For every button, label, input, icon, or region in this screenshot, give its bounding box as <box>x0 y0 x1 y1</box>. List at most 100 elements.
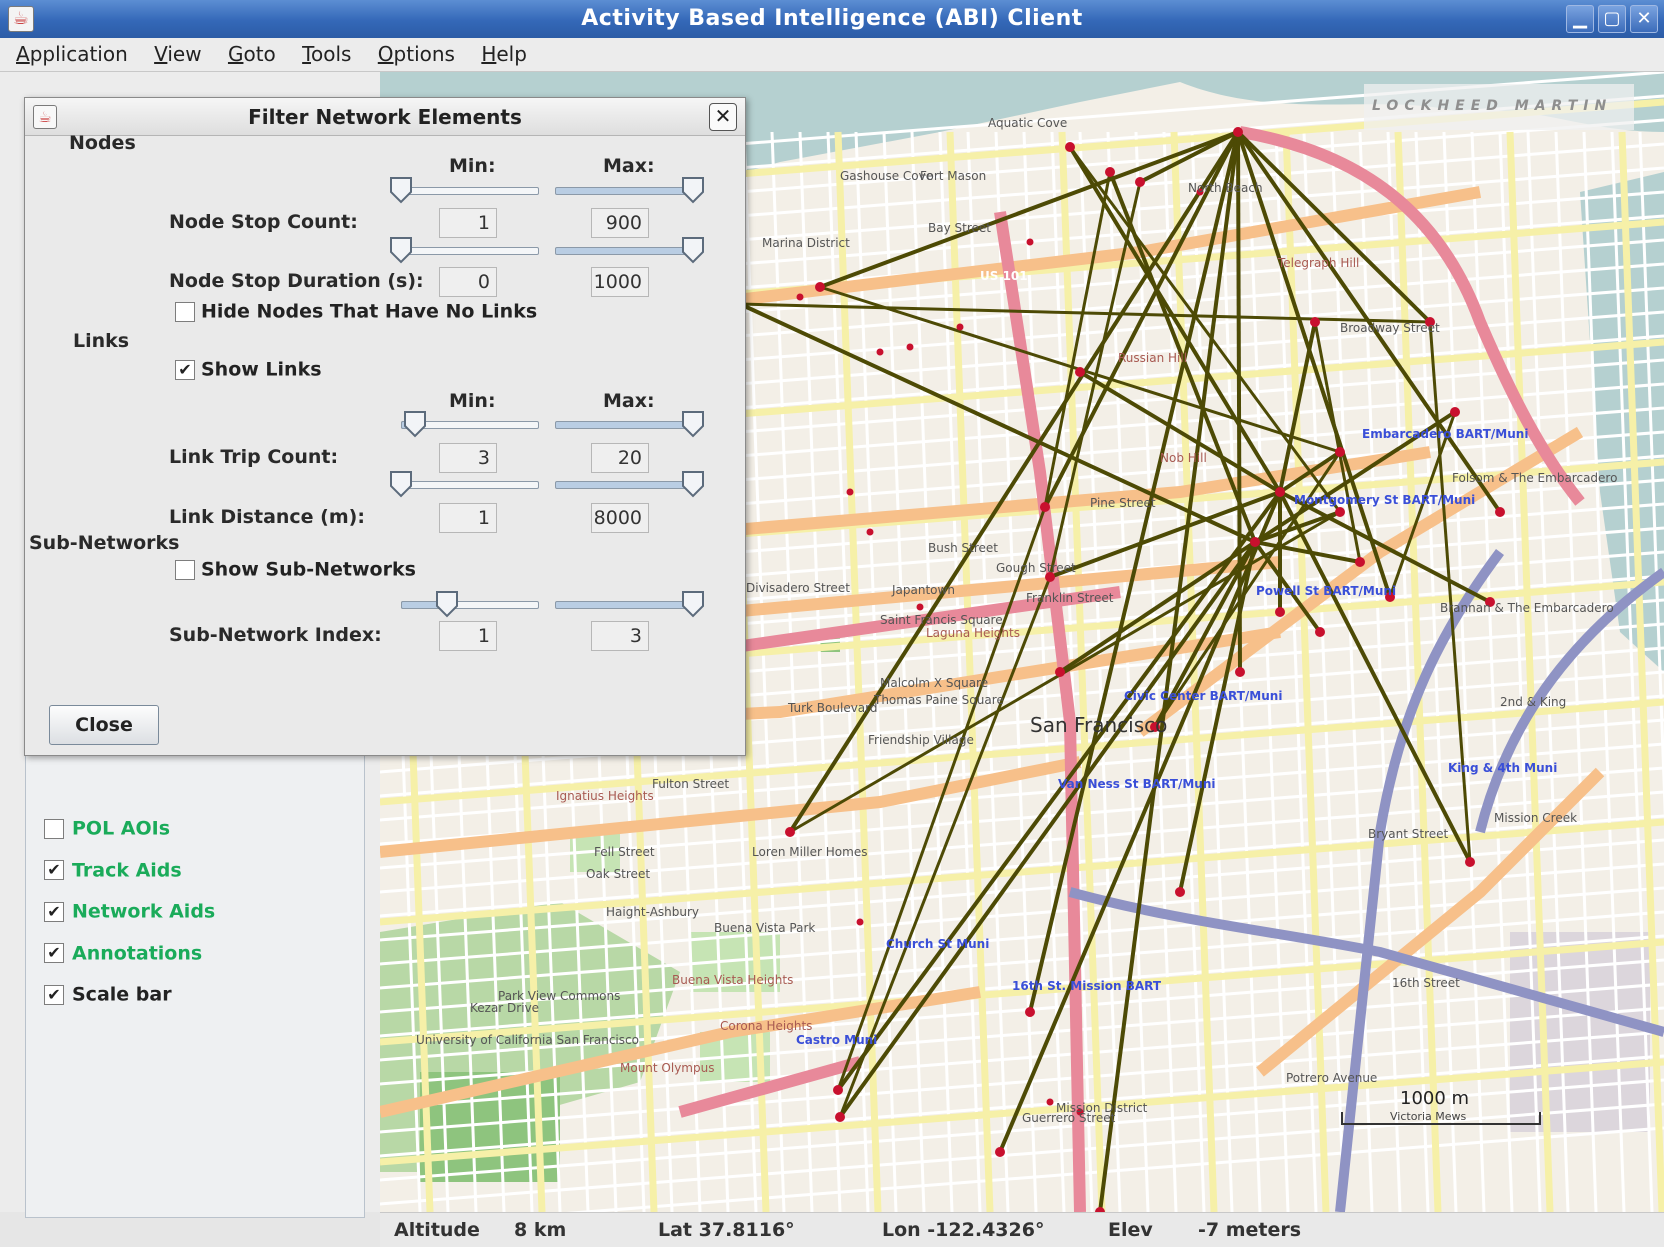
node-stop-count-min-field[interactable]: 1 <box>439 208 497 238</box>
map-label: Nob Hill <box>1160 451 1207 465</box>
scale-sub: Victoria Mews <box>1390 1110 1467 1123</box>
layer-item[interactable]: ✔ Track Aids <box>44 859 182 887</box>
link-distance-max-field[interactable]: 8000 <box>591 503 649 533</box>
maximize-button[interactable]: ▢ <box>1598 5 1626 33</box>
map-label: Malcolm X Square <box>880 676 988 690</box>
elevation-label: Elev <box>1108 1219 1153 1241</box>
layer-checkbox[interactable]: ✔ <box>44 943 64 963</box>
layer-checkbox[interactable]: ✔ <box>44 901 64 922</box>
node-stop-count-min-slider[interactable] <box>390 176 539 206</box>
layer-label: Scale bar <box>72 983 172 1006</box>
lockheed-martin-logo: LOCKHEED MARTIN <box>1364 84 1634 130</box>
subnetwork-index-min-slider[interactable] <box>401 590 539 620</box>
layer-item[interactable]: POL AOIs <box>44 817 170 845</box>
slider-thumb-icon[interactable] <box>681 470 705 498</box>
layer-item[interactable]: ✔ Annotations <box>44 942 202 970</box>
slider-thumb-icon[interactable] <box>389 236 413 264</box>
map-label: Fort Mason <box>920 169 986 183</box>
map-label: Friendship Village <box>868 733 974 747</box>
checkbox-box[interactable]: ✔ <box>175 359 195 380</box>
link-distance-min-slider[interactable] <box>390 470 539 500</box>
map-label: Van Ness St BART/Muni <box>1058 777 1216 791</box>
map-label: Bush Street <box>928 541 998 555</box>
map-label: Church St Muni <box>886 937 989 951</box>
latitude-readout: Lat 37.8116° <box>658 1219 795 1241</box>
layer-item[interactable]: ✔ Network Aids <box>44 900 215 928</box>
slider-thumb-icon[interactable] <box>681 590 705 618</box>
slider-thumb-icon[interactable] <box>681 410 705 438</box>
map-label: San Francisco <box>1030 713 1167 737</box>
layer-checkbox[interactable]: ✔ <box>44 860 64 880</box>
node-stop-duration-min-slider[interactable] <box>390 236 539 266</box>
menu-goto[interactable]: Goto <box>228 38 276 66</box>
show-links-label: Show Links <box>201 358 322 381</box>
links-min-label: Min: <box>449 390 496 412</box>
layer-item[interactable]: ✔ Scale bar <box>44 983 172 1011</box>
node-stop-count-label: Node Stop Count: <box>169 211 358 233</box>
slider-thumb-icon[interactable] <box>389 470 413 498</box>
link-trip-count-max-slider[interactable] <box>555 410 704 440</box>
subnetwork-index-min-field[interactable]: 1 <box>439 621 497 651</box>
minimize-button[interactable]: ▁ <box>1566 5 1594 33</box>
map-label: Marina District <box>762 236 850 250</box>
node-stop-duration-max-slider[interactable] <box>555 236 704 266</box>
node-stop-duration-max-field[interactable]: 1000 <box>591 267 649 297</box>
checkbox-box[interactable] <box>175 559 195 580</box>
nodes-section-label: Nodes <box>69 132 136 154</box>
link-trip-count-max-field[interactable]: 20 <box>591 443 649 473</box>
menu-options[interactable]: Options <box>378 38 455 66</box>
menu-tools[interactable]: Tools <box>302 38 351 66</box>
checkbox-box[interactable] <box>175 301 195 322</box>
dialog-close-icon[interactable]: ✕ <box>709 103 737 131</box>
map-label: 2nd & King <box>1500 695 1566 709</box>
nodes-max-label: Max: <box>603 155 655 177</box>
scale-label: 1000 m <box>1400 1088 1469 1109</box>
menu-bar: Application View Goto Tools Options Help <box>0 38 1664 72</box>
slider-thumb-icon[interactable] <box>435 590 459 618</box>
slider-thumb-icon[interactable] <box>403 410 427 438</box>
menu-application[interactable]: Application <box>16 38 128 66</box>
map-label: Powell St BART/Muni <box>1256 584 1396 598</box>
show-subnetworks-label: Show Sub-Networks <box>201 558 416 581</box>
map-label: Oak Street <box>586 867 650 881</box>
slider-thumb-icon[interactable] <box>389 176 413 204</box>
node-stop-count-max-field[interactable]: 900 <box>591 208 649 238</box>
link-trip-count-min-field[interactable]: 3 <box>439 443 497 473</box>
hide-nodes-label: Hide Nodes That Have No Links <box>201 300 538 323</box>
layer-checkbox[interactable] <box>44 818 64 839</box>
node-stop-duration-min-field[interactable]: 0 <box>439 267 497 297</box>
slider-thumb-icon[interactable] <box>681 176 705 204</box>
network-links <box>739 130 1502 1212</box>
node-stop-count-max-slider[interactable] <box>555 176 704 206</box>
map-label: Japantown <box>891 583 955 597</box>
hide-nodes-checkbox[interactable]: Hide Nodes That Have No Links <box>175 300 537 323</box>
links-max-label: Max: <box>603 390 655 412</box>
map-label: Fulton Street <box>652 777 729 791</box>
altitude-label: Altitude <box>394 1219 480 1241</box>
subnetwork-index-max-slider[interactable] <box>555 590 704 620</box>
dialog-titlebar: ☕ Filter Network Elements ✕ <box>25 98 745 136</box>
link-distance-max-slider[interactable] <box>555 470 704 500</box>
dialog-title: Filter Network Elements <box>248 105 522 129</box>
layer-label: POL AOIs <box>72 817 171 840</box>
menu-help[interactable]: Help <box>481 38 527 66</box>
map-label: 16th Street <box>1392 976 1460 990</box>
menu-view[interactable]: View <box>154 38 201 66</box>
link-distance-min-field[interactable]: 1 <box>439 503 497 533</box>
slider-thumb-icon[interactable] <box>681 236 705 264</box>
layer-checkbox[interactable]: ✔ <box>44 984 64 1005</box>
map-label: Bryant Street <box>1368 827 1449 841</box>
close-button[interactable]: Close <box>49 705 159 745</box>
link-trip-count-min-slider[interactable] <box>401 410 539 440</box>
map-label: Pine Street <box>1090 496 1156 510</box>
map-label: Aquatic Cove <box>988 116 1067 130</box>
window-titlebar: ☕ Activity Based Intelligence (ABI) Clie… <box>0 0 1664 38</box>
map-label: Ignatius Heights <box>556 789 654 803</box>
elevation-value: -7 meters <box>1198 1219 1302 1241</box>
window-close-button[interactable]: ✕ <box>1630 5 1658 33</box>
map-label: Guerrero Street <box>1022 1111 1116 1125</box>
show-subnetworks-checkbox[interactable]: Show Sub-Networks <box>175 558 416 581</box>
show-links-checkbox[interactable]: ✔ Show Links <box>175 358 322 381</box>
map-label: Thomas Paine Square <box>873 693 1004 707</box>
subnetwork-index-max-field[interactable]: 3 <box>591 621 649 651</box>
